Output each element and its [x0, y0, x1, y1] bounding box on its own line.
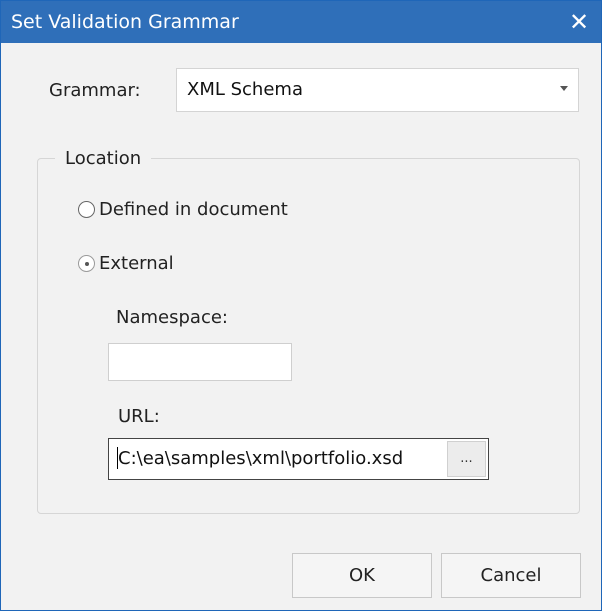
url-label: URL: — [118, 406, 160, 427]
radio-selected-dot — [85, 262, 89, 266]
title-bar: Set Validation Grammar ✕ — [1, 1, 601, 43]
cancel-button[interactable]: Cancel — [441, 553, 581, 598]
grammar-selected-value: XML Schema — [187, 79, 303, 100]
radio-defined-in-document[interactable] — [78, 201, 95, 218]
radio-external[interactable] — [78, 255, 95, 272]
close-icon: ✕ — [568, 8, 590, 36]
url-value: C:\ea\samples\xml\portfolio.xsd — [118, 448, 404, 469]
chevron-down-icon — [560, 86, 568, 91]
set-validation-grammar-dialog: Set Validation Grammar ✕ Grammar: XML Sc… — [0, 0, 602, 611]
namespace-input[interactable] — [108, 343, 292, 381]
dialog-title: Set Validation Grammar — [11, 11, 239, 33]
close-button[interactable]: ✕ — [557, 1, 601, 43]
namespace-label: Namespace: — [116, 307, 228, 328]
grammar-dropdown[interactable]: XML Schema — [176, 68, 579, 112]
radio-defined-in-document-label[interactable]: Defined in document — [99, 199, 288, 221]
radio-external-label[interactable]: External — [99, 253, 174, 275]
url-input[interactable]: C:\ea\samples\xml\portfolio.xsd ... — [108, 438, 489, 480]
grammar-label: Grammar: — [49, 80, 141, 101]
ok-button[interactable]: OK — [292, 553, 432, 598]
location-group-legend: Location — [55, 148, 152, 170]
browse-button[interactable]: ... — [447, 441, 486, 477]
